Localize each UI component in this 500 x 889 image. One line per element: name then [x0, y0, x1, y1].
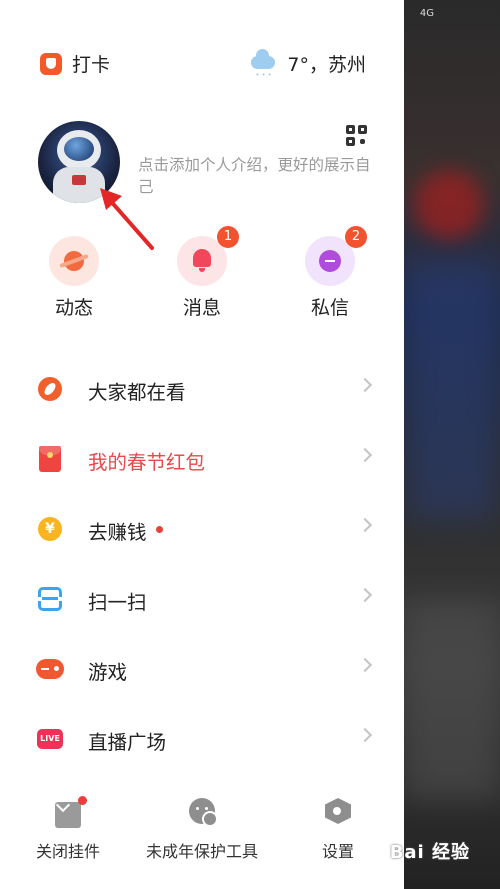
bottom-item-label: 未成年保护工具: [145, 842, 258, 861]
bottom-item-label: 关闭挂件: [35, 842, 100, 861]
close-widget-button[interactable]: 关闭挂件: [34, 796, 102, 862]
notification-dot: [155, 526, 163, 533]
minor-protection-icon: [189, 798, 218, 827]
mail-icon: [55, 796, 87, 828]
menu-item-label: 直播广场: [88, 731, 167, 754]
coin-icon: ¥: [38, 517, 62, 541]
menu-item-label: 去赚钱: [88, 516, 163, 545]
annotation-arrow-icon: [100, 188, 154, 250]
menu-item-label: 我的春节红包: [88, 451, 206, 474]
status-signal-text: 4G: [419, 8, 434, 19]
menu-item-label: 游戏: [88, 661, 128, 684]
chat-bubble-icon: [319, 250, 341, 272]
menu-item-label: 扫一扫: [88, 591, 147, 614]
drawer-bottom-bar: 关闭挂件 未成年保护工具 设置: [0, 796, 404, 868]
notification-dot: [78, 796, 87, 805]
chevron-right-icon: [357, 447, 373, 463]
menu-item-live-plaza[interactable]: LIVE 直播广场: [0, 704, 404, 774]
red-packet-icon: [39, 446, 61, 472]
chevron-right-icon: [357, 517, 373, 533]
unread-badge: 1: [217, 226, 239, 248]
quick-action-messages[interactable]: 1 消息: [172, 226, 239, 320]
checkin-button[interactable]: 打卡: [40, 50, 110, 77]
menu-item-scan[interactable]: 扫一扫: [0, 564, 404, 634]
drawer-menu: 大家都在看 我的春节红包 ¥ 去赚钱 扫一扫 游戏 LIVE 直播广场: [0, 354, 404, 774]
gamepad-icon: [36, 659, 64, 679]
weather-widget[interactable]: ••• 7°，苏州: [251, 48, 366, 79]
chevron-right-icon: [357, 587, 373, 603]
profile-intro-placeholder[interactable]: 点击添加个人介绍，更好的展示自己: [138, 154, 378, 198]
quick-action-private-messages[interactable]: 2 私信: [300, 226, 367, 320]
blurred-shape: [404, 260, 500, 520]
menu-item-games[interactable]: 游戏: [0, 634, 404, 704]
chevron-right-icon: [357, 727, 373, 743]
checkin-icon: [40, 52, 62, 75]
quick-action-label: 私信: [310, 297, 349, 319]
planet-icon: [64, 251, 84, 271]
scan-icon: [36, 587, 64, 611]
quick-action-label: 消息: [182, 297, 221, 319]
compass-icon: [38, 377, 62, 401]
live-icon: LIVE: [37, 729, 63, 749]
qr-code-icon[interactable]: [346, 125, 368, 147]
rain-cloud-icon: •••: [251, 48, 277, 79]
settings-hex-icon: [325, 798, 351, 824]
chevron-right-icon: [357, 657, 373, 673]
settings-button[interactable]: 设置: [318, 798, 358, 862]
menu-item-label: 大家都在看: [88, 381, 186, 404]
bell-icon: [193, 249, 211, 272]
menu-item-earn-money[interactable]: ¥ 去赚钱: [0, 494, 404, 564]
bottom-item-label: 设置: [321, 842, 354, 861]
menu-item-red-packet[interactable]: 我的春节红包: [0, 424, 404, 494]
quick-action-label: 动态: [54, 297, 93, 319]
chevron-right-icon: [357, 377, 373, 393]
side-drawer: 打卡 ••• 7°，苏州 点击添加个人介绍，更好的展示自己 动态 1 消息 2 …: [0, 0, 404, 889]
weather-label: 7°，苏州: [287, 54, 366, 76]
unread-badge: 2: [345, 226, 367, 248]
minor-protection-button[interactable]: 未成年保护工具: [142, 798, 262, 862]
quick-action-moments[interactable]: 动态: [44, 236, 104, 320]
checkin-label: 打卡: [72, 54, 111, 76]
baidu-jingyan-watermark: Bai 经验: [389, 842, 470, 863]
background-video-backdrop[interactable]: 4G: [404, 0, 500, 889]
menu-item-trending[interactable]: 大家都在看: [0, 354, 404, 424]
drawer-topbar: 打卡 ••• 7°，苏州: [0, 44, 404, 80]
blurred-shape: [404, 600, 500, 800]
blurred-shape: [414, 170, 484, 240]
menu-item-text: 去赚钱: [88, 521, 147, 544]
